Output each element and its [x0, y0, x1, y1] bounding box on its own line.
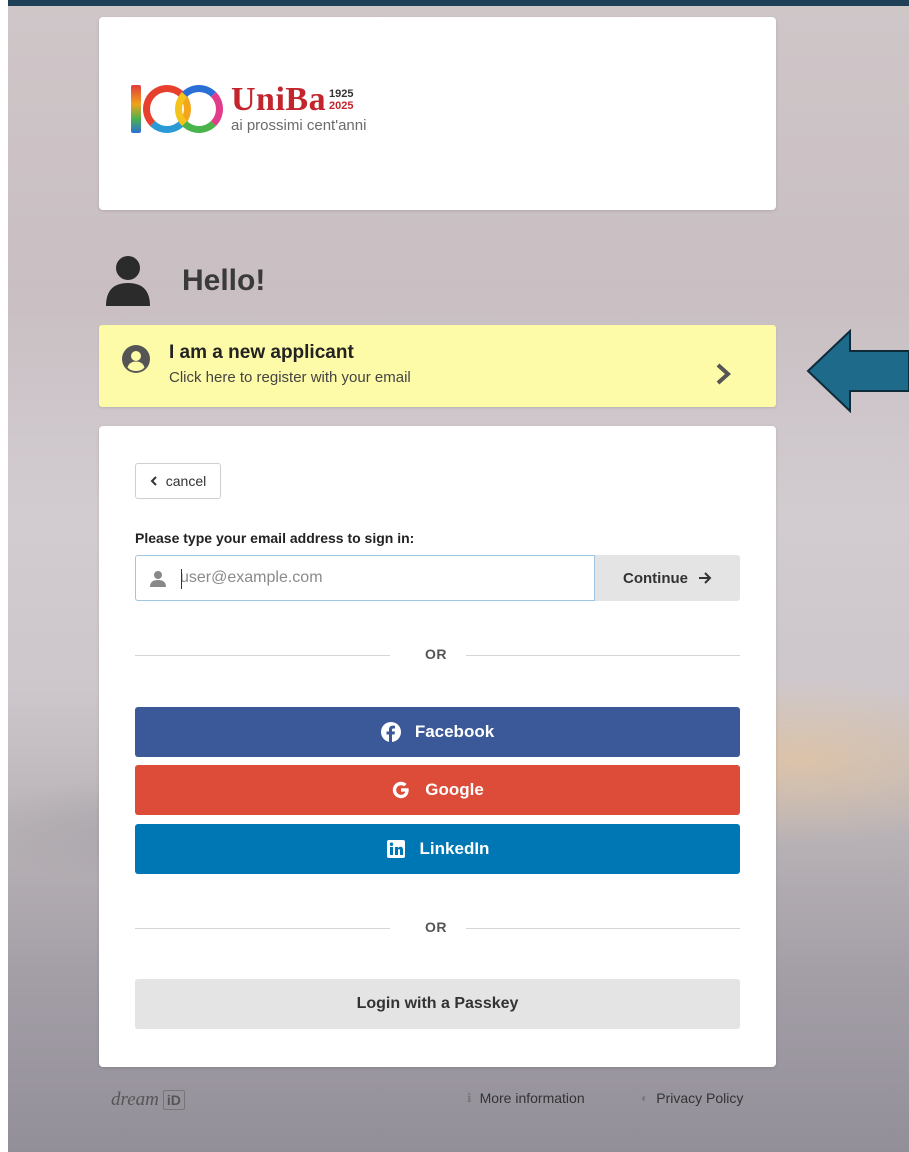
divider-line-left	[135, 928, 390, 929]
left-edge-strip	[0, 0, 8, 1152]
brand-tagline: ai prossimi cent'anni	[231, 117, 367, 134]
arrow-right-icon	[699, 572, 712, 584]
privacy-policy-label: Privacy Policy	[656, 1090, 744, 1106]
brand-years: 1925 2025	[329, 88, 353, 112]
facebook-icon	[380, 722, 401, 742]
info-icon: ℹ	[467, 1091, 472, 1105]
divider-line-right	[466, 928, 740, 929]
shield-icon: ◐	[641, 1091, 649, 1105]
continue-label: Continue	[623, 569, 688, 587]
chevron-right-icon	[716, 363, 731, 385]
greeting-title: Hello!	[182, 264, 266, 297]
linkedin-button[interactable]: LinkedIn	[135, 824, 740, 874]
more-information-label: More information	[479, 1090, 585, 1106]
cancel-label: cancel	[165, 473, 207, 489]
user-small-icon	[150, 571, 166, 587]
more-information-link[interactable]: ℹ More information	[467, 1090, 585, 1106]
login-card: cancel Please type your email address to…	[99, 426, 776, 1067]
footer: dream iD ℹ More information ◐ Privacy Po…	[99, 1086, 776, 1116]
google-label: Google	[425, 780, 484, 799]
email-field-wrapper	[135, 555, 595, 601]
top-bar	[0, 0, 909, 6]
dreamid-logo-id: iD	[162, 1090, 185, 1110]
user-circle-icon	[122, 345, 150, 373]
facebook-button[interactable]: Facebook	[135, 707, 740, 757]
logo-digit-one	[131, 85, 141, 133]
chevron-left-icon	[150, 476, 157, 486]
user-icon	[106, 256, 150, 306]
cancel-button[interactable]: cancel	[135, 463, 221, 499]
new-applicant-button[interactable]: I am a new applicant Click here to regis…	[99, 325, 776, 407]
passkey-login-button[interactable]: Login with a Passkey	[135, 979, 740, 1029]
brand-year-end: 2025	[329, 100, 354, 112]
linkedin-label: LinkedIn	[419, 839, 490, 858]
uniba-logo: UniBa 1925 2025 ai prossimi cent'anni	[131, 81, 431, 143]
linkedin-icon	[386, 840, 405, 858]
brand-name: UniBa	[231, 81, 327, 118]
dreamid-logo-text: dream	[111, 1089, 159, 1110]
divider-line-right	[466, 655, 740, 656]
or-label: OR	[425, 646, 447, 662]
privacy-policy-link[interactable]: ◐ Privacy Policy	[641, 1090, 743, 1106]
logo-ring-right	[175, 85, 223, 133]
dreamid-logo[interactable]: dream iD	[111, 1089, 185, 1111]
new-applicant-title: I am a new applicant	[169, 342, 354, 363]
google-icon	[393, 781, 409, 799]
email-input[interactable]	[180, 556, 580, 600]
passkey-label: Login with a Passkey	[356, 995, 519, 1012]
or-divider-2: OR	[135, 918, 740, 938]
email-row: Continue	[135, 555, 740, 601]
annotation-arrow-icon	[806, 329, 909, 413]
continue-button[interactable]: Continue	[595, 555, 740, 601]
or-label: OR	[425, 919, 447, 935]
logo-card: UniBa 1925 2025 ai prossimi cent'anni	[99, 17, 776, 210]
google-button[interactable]: Google	[135, 765, 740, 815]
or-divider: OR	[135, 645, 740, 665]
email-prompt: Please type your email address to sign i…	[135, 530, 415, 546]
text-caret	[181, 569, 182, 589]
new-applicant-subtitle: Click here to register with your email	[169, 369, 411, 386]
brand-year-start: 1925	[329, 88, 354, 100]
divider-line-left	[135, 655, 390, 656]
facebook-label: Facebook	[414, 722, 495, 741]
